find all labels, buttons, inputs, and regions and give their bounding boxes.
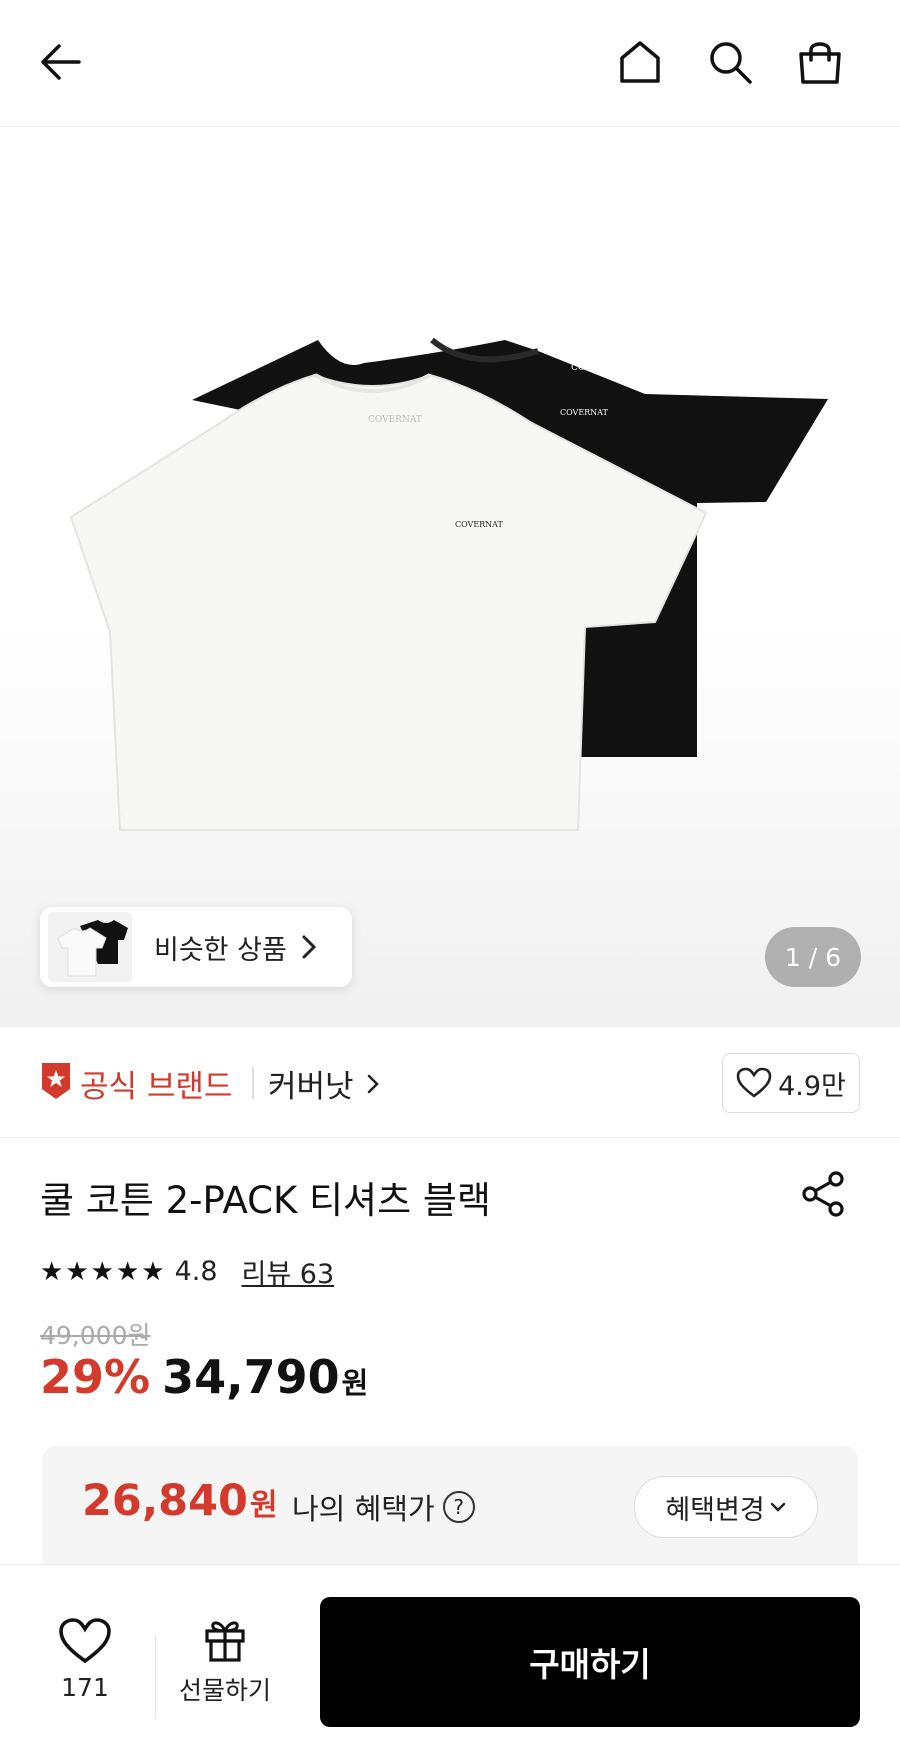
brand-name: 커버낫	[268, 1069, 354, 1105]
home-icon	[620, 41, 660, 83]
brand-row: 공식 브랜드 커버낫 4.9만	[0, 1027, 900, 1138]
rating-row: ★★★★★ 4.8 리뷰 63	[40, 1252, 334, 1291]
black-shirt-logo: COVERNAT	[560, 408, 609, 417]
image-pager-indicator: 1 / 6	[765, 927, 861, 987]
chevron-right-icon	[367, 1074, 379, 1093]
gift-button[interactable]: 선물하기	[170, 1617, 280, 1707]
bottom-divider	[155, 1635, 156, 1719]
cart-button[interactable]	[788, 30, 852, 94]
original-price: 49,000원	[40, 1321, 151, 1350]
star-icon: ★	[115, 1257, 140, 1287]
gift-label: 선물하기	[178, 1676, 271, 1705]
official-brand-label: 공식 브랜드	[80, 1069, 233, 1105]
similar-products-label: 비슷한 상품	[154, 934, 287, 966]
white-shirt-neck-label: COVERNAT	[368, 415, 422, 425]
brand-like-count: 4.9만	[778, 1070, 846, 1102]
help-icon[interactable]: ?	[442, 1491, 475, 1523]
top-nav-bar	[0, 0, 900, 127]
sale-price: 34,790	[162, 1350, 340, 1404]
star-icon: ★	[65, 1257, 89, 1287]
home-button[interactable]	[608, 30, 672, 94]
buy-button[interactable]: 구매하기	[320, 1597, 860, 1727]
benefit-price-value: 26,840	[82, 1476, 248, 1526]
search-button[interactable]	[698, 30, 762, 94]
wishlist-button[interactable]: 171	[50, 1617, 120, 1702]
rating-stars: ★★★★★	[40, 1256, 167, 1287]
benefit-label: 나의 혜택가	[292, 1492, 435, 1526]
heart-icon	[59, 1618, 111, 1664]
star-icon: ★	[90, 1257, 114, 1287]
brand-like-button[interactable]: 4.9만	[722, 1053, 860, 1113]
share-button[interactable]	[800, 1170, 848, 1222]
similar-products-thumbnail	[48, 912, 132, 982]
chevron-right-icon	[302, 935, 316, 959]
benefit-price-currency: 원	[249, 1488, 278, 1523]
star-icon: ★	[141, 1257, 165, 1287]
benefit-price: 26,840 원	[82, 1476, 278, 1526]
gift-icon	[205, 1621, 245, 1662]
similar-products-button[interactable]: 비슷한 상품	[40, 907, 352, 987]
benefit-label-group: 나의 혜택가 ?	[292, 1486, 475, 1528]
heart-icon	[736, 1067, 772, 1098]
discount-rate: 29%	[40, 1350, 151, 1404]
product-image: COVERNAT COVERNAT COVERNAT COVERNAT	[69, 337, 828, 831]
chevron-down-icon	[770, 1502, 785, 1512]
official-brand-badge-icon	[42, 1063, 70, 1099]
brand-link[interactable]: 커버낫	[268, 1061, 384, 1106]
price-row: 29% 34,790 원	[40, 1350, 368, 1404]
rating-score: 4.8	[174, 1256, 218, 1287]
reviews-link[interactable]: 리뷰 63	[242, 1252, 335, 1291]
sale-price-currency: 원	[341, 1366, 369, 1400]
change-benefit-label: 혜택변경	[665, 1494, 765, 1526]
back-arrow-icon	[41, 44, 81, 80]
bottom-action-bar: 171 선물하기 구매하기	[0, 1564, 900, 1757]
share-icon	[802, 1171, 844, 1217]
search-icon	[710, 42, 752, 84]
black-shirt-neck-label: COVERNAT	[571, 363, 625, 373]
star-icon: ★	[40, 1257, 64, 1287]
my-benefit-price-box: 26,840 원 나의 혜택가 ? 혜택변경	[42, 1446, 858, 1564]
shopping-bag-icon	[799, 42, 841, 84]
product-image-gallery[interactable]: COVERNAT COVERNAT COVERNAT COVERNAT 비슷한 …	[0, 127, 900, 1027]
back-button[interactable]	[28, 30, 92, 94]
brand-divider	[252, 1067, 254, 1099]
product-title: 쿨 코튼 2-PACK 티셔츠 블랙	[40, 1179, 491, 1222]
change-benefit-button[interactable]: 혜택변경	[634, 1476, 818, 1538]
wishlist-count: 171	[61, 1673, 109, 1702]
white-shirt-logo: COVERNAT	[455, 520, 504, 529]
